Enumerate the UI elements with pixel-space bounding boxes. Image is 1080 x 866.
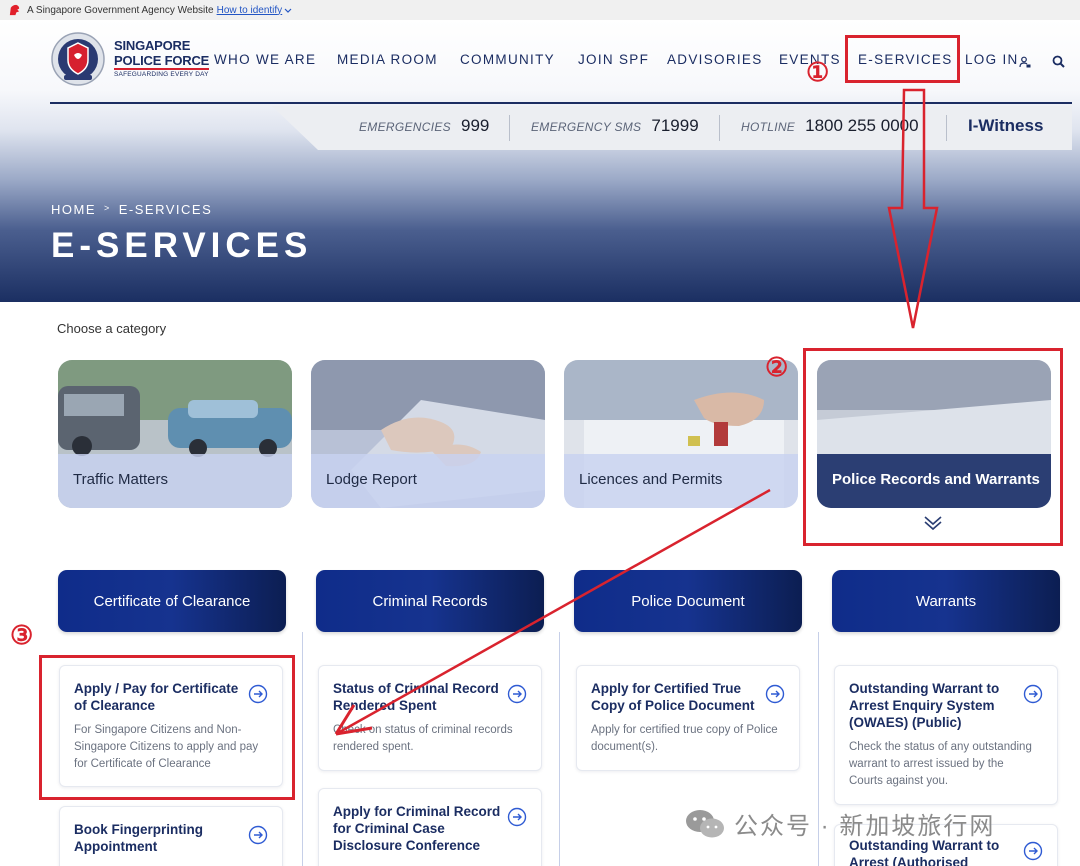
nav-media-room[interactable]: MEDIA ROOM xyxy=(337,52,438,67)
category-label: Traffic Matters xyxy=(73,471,169,488)
category-licences-permits[interactable]: Licences and Permits xyxy=(564,360,798,508)
column-divider xyxy=(559,632,560,866)
nav-community[interactable]: COMMUNITY xyxy=(460,52,555,67)
tab-criminal-records[interactable]: Criminal Records xyxy=(316,570,544,632)
hotline-emergency-sms[interactable]: EMERGENCY SMS 71999 xyxy=(531,116,699,136)
logo-line1: SINGAPORE xyxy=(114,38,191,54)
annotation-step-1: ① xyxy=(806,57,830,87)
service-description: For Singapore Citizens and Non-Singapore… xyxy=(74,724,259,770)
logo-tagline: SAFEGUARDING EVERY DAY xyxy=(114,71,209,79)
service-title: Apply / Pay for Certificate of Clearance xyxy=(74,681,239,713)
arrow-right-circle-icon[interactable] xyxy=(1023,841,1043,861)
arrow-right-circle-icon[interactable] xyxy=(507,807,527,827)
service-certified-true-copy[interactable]: Apply for Certified True Copy of Police … xyxy=(576,665,800,771)
category-traffic-matters[interactable]: Traffic Matters xyxy=(58,360,292,508)
hotline-general[interactable]: HOTLINE 1800 255 0000 xyxy=(741,116,919,136)
i-witness-link[interactable]: I-Witness xyxy=(968,116,1043,136)
chevron-down-icon[interactable] xyxy=(284,6,292,14)
hotline-emergencies[interactable]: EMERGENCIES 999 xyxy=(359,116,489,136)
choose-category-label: Choose a category xyxy=(57,321,167,336)
search-icon[interactable] xyxy=(1052,55,1065,68)
nav-log-in[interactable]: LOG IN xyxy=(965,52,1019,67)
service-book-fingerprinting[interactable]: Book Fingerprinting Appointment xyxy=(59,806,283,866)
annotation-step-2: ② xyxy=(765,352,789,382)
tab-warrants[interactable]: Warrants xyxy=(832,570,1060,632)
category-label: Police Records and Warrants xyxy=(832,471,1040,488)
divider xyxy=(946,115,947,141)
service-title: Outstanding Warrant to Arrest Enquiry Sy… xyxy=(849,681,1000,730)
how-to-identify-link[interactable]: How to identify xyxy=(217,5,283,16)
breadcrumb: HOME > E-SERVICES xyxy=(51,202,212,217)
arrow-right-circle-icon[interactable] xyxy=(507,684,527,704)
hero-header: SINGAPORE POLICE FORCE SAFEGUARDING EVER… xyxy=(0,20,1080,302)
page-title: E-SERVICES xyxy=(51,226,313,265)
nav-join-spf[interactable]: JOIN SPF xyxy=(578,52,649,67)
category-lodge-report[interactable]: Lodge Report xyxy=(311,360,545,508)
service-apply-criminal-record-disclosure[interactable]: Apply for Criminal Record for Criminal C… xyxy=(318,788,542,866)
service-title: Book Fingerprinting Appointment xyxy=(74,822,203,854)
nav-e-services[interactable]: E-SERVICES xyxy=(858,52,953,67)
nav-advisories[interactable]: ADVISORIES xyxy=(667,52,763,67)
column-divider xyxy=(302,632,303,866)
service-description: Check on status of criminal records rend… xyxy=(333,724,513,753)
service-title: Status of Criminal Record Rendered Spent xyxy=(333,681,499,713)
service-status-criminal-record[interactable]: Status of Criminal Record Rendered Spent… xyxy=(318,665,542,771)
wechat-watermark: 公众号 · 新加坡旅行网 xyxy=(684,806,995,841)
annotation-step-3: ③ xyxy=(10,620,34,650)
chevron-right-icon: > xyxy=(104,203,111,213)
wechat-icon xyxy=(686,809,724,837)
gov-banner-text: A Singapore Government Agency Website xyxy=(27,4,214,16)
header-divider xyxy=(50,102,1072,104)
category-police-records-warrants[interactable]: Police Records and Warrants xyxy=(817,360,1051,508)
arrow-right-circle-icon[interactable] xyxy=(765,684,785,704)
user-lock-icon[interactable] xyxy=(1019,56,1031,68)
divider xyxy=(719,115,720,141)
spf-logo[interactable]: SINGAPORE POLICE FORCE SAFEGUARDING EVER… xyxy=(50,31,209,87)
service-title: Apply for Criminal Record for Criminal C… xyxy=(333,804,501,853)
logo-line2: POLICE FORCE xyxy=(114,53,210,71)
service-apply-pay-certificate[interactable]: Apply / Pay for Certificate of Clearance… xyxy=(59,665,283,787)
tab-certificate-of-clearance[interactable]: Certificate of Clearance xyxy=(58,570,286,632)
category-label: Licences and Permits xyxy=(579,471,723,488)
service-description: Apply for certified true copy of Police … xyxy=(591,724,778,753)
breadcrumb-current: E-SERVICES xyxy=(118,202,213,217)
singapore-lion-icon xyxy=(9,4,20,15)
arrow-right-circle-icon[interactable] xyxy=(1023,684,1043,704)
main-nav: WHO WE ARE MEDIA ROOM COMMUNITY JOIN SPF… xyxy=(214,52,1074,72)
hotline-bar: EMERGENCIES 999 EMERGENCY SMS 71999 HOTL… xyxy=(272,106,1072,150)
arrow-right-circle-icon[interactable] xyxy=(248,825,268,845)
arrow-right-circle-icon[interactable] xyxy=(248,684,268,704)
police-crest-icon xyxy=(51,32,105,86)
watermark-text: 公众号 · 新加坡旅行网 xyxy=(734,813,996,840)
divider xyxy=(509,115,510,141)
tab-police-document[interactable]: Police Document xyxy=(574,570,802,632)
breadcrumb-home[interactable]: HOME xyxy=(51,202,96,217)
service-owaes-public[interactable]: Outstanding Warrant to Arrest Enquiry Sy… xyxy=(834,665,1058,805)
category-label: Lodge Report xyxy=(326,471,417,488)
service-description: Check the status of any outstanding warr… xyxy=(849,741,1032,787)
gov-banner: A Singapore Government Agency Website Ho… xyxy=(0,0,1080,20)
service-title: Apply for Certified True Copy of Police … xyxy=(591,681,755,713)
double-chevron-down-icon[interactable] xyxy=(922,514,944,532)
nav-who-we-are[interactable]: WHO WE ARE xyxy=(214,52,316,67)
service-title: Outstanding Warrant to Arrest (Authorise… xyxy=(849,838,1000,866)
